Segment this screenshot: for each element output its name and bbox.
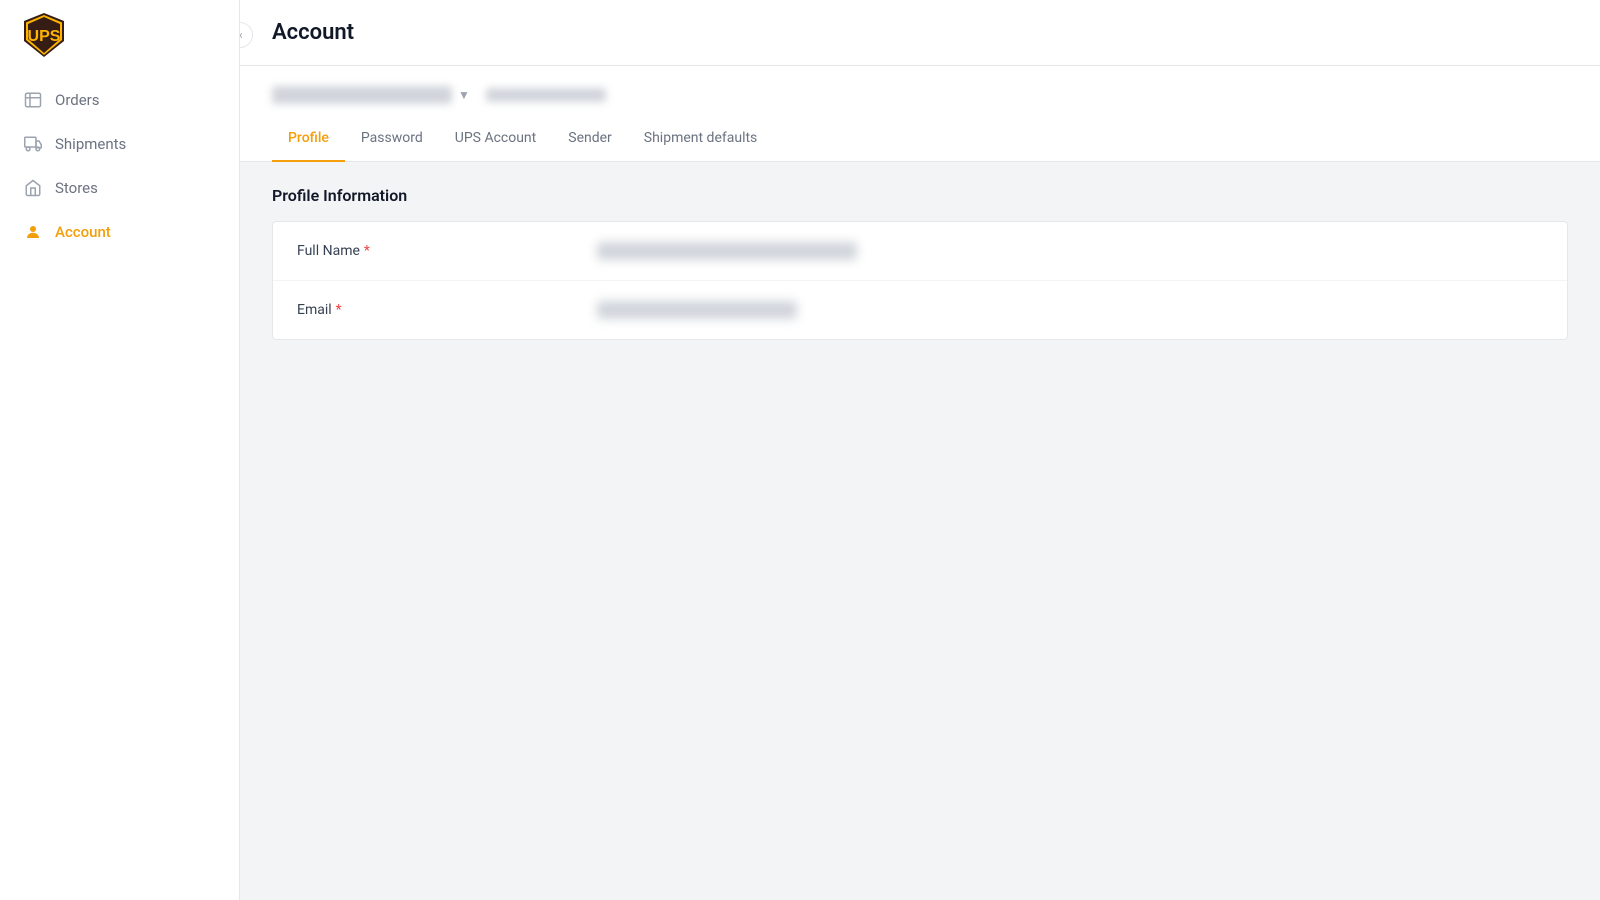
sidebar-item-account[interactable]: Account xyxy=(0,210,239,254)
ups-logo-icon: UPS xyxy=(20,11,68,59)
sidebar: UPS Orders Shipments xyxy=(0,0,240,900)
email-blurred-value xyxy=(597,301,797,319)
form-row-email: Email * xyxy=(273,281,1567,339)
user-selector-dropdown[interactable]: ▼ xyxy=(272,86,470,104)
tab-sender[interactable]: Sender xyxy=(552,116,628,162)
page-header: Account xyxy=(240,0,1600,66)
shipments-icon xyxy=(23,134,43,154)
tab-profile[interactable]: Profile xyxy=(272,116,345,162)
user-name-blurred xyxy=(272,86,452,104)
sidebar-logo: UPS xyxy=(0,0,239,70)
page-title: Account xyxy=(272,20,1568,45)
tab-ups-account[interactable]: UPS Account xyxy=(439,116,553,162)
sidebar-item-orders-label: Orders xyxy=(55,91,100,109)
full-name-blurred-value xyxy=(597,242,857,260)
email-required-star: * xyxy=(336,302,342,318)
sidebar-item-account-label: Account xyxy=(55,223,111,241)
user-email-blurred xyxy=(486,88,606,102)
email-value-area xyxy=(597,301,1543,319)
full-name-label: Full Name * xyxy=(297,243,597,259)
profile-form-card: Full Name * Email * xyxy=(272,221,1568,340)
user-selector-bar: ▼ xyxy=(240,66,1600,104)
sidebar-item-shipments[interactable]: Shipments xyxy=(0,122,239,166)
tabs-bar: Profile Password UPS Account Sender Ship… xyxy=(240,116,1600,162)
dropdown-arrow-icon: ▼ xyxy=(458,88,470,102)
main-content: « Account ▼ Profile Password xyxy=(240,0,1600,900)
sidebar-item-stores-label: Stores xyxy=(55,179,98,197)
form-row-full-name: Full Name * xyxy=(273,222,1567,281)
sidebar-item-stores[interactable]: Stores xyxy=(0,166,239,210)
profile-section-title: Profile Information xyxy=(272,186,1568,205)
email-label: Email * xyxy=(297,302,597,318)
sidebar-item-shipments-label: Shipments xyxy=(55,135,126,153)
tab-password[interactable]: Password xyxy=(345,116,439,162)
stores-icon xyxy=(23,178,43,198)
orders-icon xyxy=(23,90,43,110)
sidebar-nav: Orders Shipments Stores xyxy=(0,70,239,900)
sidebar-item-orders[interactable]: Orders xyxy=(0,78,239,122)
chevron-left-icon: « xyxy=(240,28,243,42)
tab-shipment-defaults[interactable]: Shipment defaults xyxy=(628,116,774,162)
svg-text:UPS: UPS xyxy=(28,28,61,45)
account-icon xyxy=(23,222,43,242)
profile-section: Profile Information Full Name * Email xyxy=(240,162,1600,364)
full-name-required-star: * xyxy=(364,243,370,259)
content-area: ▼ Profile Password UPS Account Sender xyxy=(240,66,1600,900)
account-container: ▼ Profile Password UPS Account Sender xyxy=(240,66,1600,162)
full-name-value-area xyxy=(597,242,1543,260)
